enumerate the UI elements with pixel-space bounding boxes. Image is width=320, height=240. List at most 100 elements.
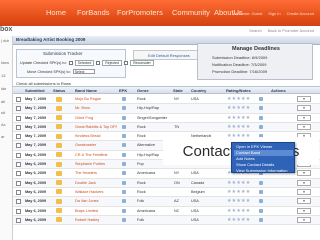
reconsider-checkbox[interactable] [124,61,129,65]
band-name-link[interactable]: CR & The Feedfirst [75,153,117,157]
epk-icon[interactable] [122,199,126,204]
epk-icon[interactable] [122,97,126,101]
rail-item[interactable]: 13 [1,73,5,78]
row-checkbox[interactable] [16,97,21,102]
rail-item[interactable]: Idea [1,60,9,65]
rating-stars-icon[interactable]: ★★★★★ [227,198,250,204]
edit-default-responses-link[interactable]: Edit Default Responses [148,53,190,58]
rating-stars-icon[interactable]: ★★★★★ [227,96,250,102]
band-name-link[interactable]: Double Jack [75,181,117,185]
rating-stars-icon[interactable]: ★★★★★ [227,115,250,121]
rail-item[interactable]: all [1,99,5,104]
table-row[interactable]: May 6, 2009 Double Jack Rock ON Canada ★★★★★ ▾ [13,178,320,188]
epk-icon[interactable] [122,124,126,129]
table-row[interactable]: May 7, 2009 Grind Frog Singer/Songwriter ★★… [13,114,320,123]
epk-icon[interactable] [122,189,126,194]
nav-community[interactable]: Community [172,8,210,17]
sign-in-link[interactable]: Sign In [268,11,280,16]
row-checkbox[interactable] [16,115,21,121]
row-checkbox[interactable] [16,152,21,158]
actions-dropdown[interactable]: ▾ [297,207,311,214]
rejected-checkbox[interactable] [96,61,101,65]
band-name-link[interactable]: Wallace Hackers [75,190,117,194]
band-name-link[interactable]: Kindless Bread [75,134,117,138]
reconsider-option[interactable]: Reconsider [130,60,154,66]
epk-icon[interactable] [122,143,126,148]
table-row[interactable]: May 6, 2009 Wallace Hackers Rock Belgium ★★★… [13,188,320,198]
search-link[interactable]: Search [249,28,262,33]
table-row[interactable]: May 7, 2009 Mr. Bimo Hip-Hop/Rap ★★★★★ ▾ [13,104,320,114]
rating-stars-icon[interactable]: ★★★★★ [227,105,250,111]
row-checkbox[interactable] [16,134,21,140]
selected-option[interactable]: Selected [74,60,95,66]
band-name-link[interactable]: Greatmaster [75,143,117,147]
band-name-link[interactable]: Da Van Jones [75,199,117,203]
actions-dropdown[interactable]: ▾ [297,179,311,186]
actions-dropdown[interactable]: ▾ [297,96,311,102]
notes-icon[interactable] [259,115,263,120]
notes-icon[interactable] [259,199,263,204]
row-checkbox[interactable] [16,124,21,130]
notes-icon[interactable] [259,97,263,101]
col-submitted[interactable]: Submitted [25,88,45,93]
row-checkbox[interactable] [16,143,21,149]
col-band-name[interactable]: Band Name [75,88,97,93]
epk-icon[interactable] [122,217,126,222]
actions-dropdown[interactable]: ▾ [297,188,311,195]
nav-home[interactable]: Home [46,8,66,17]
rating-stars-icon[interactable]: ★★★★★ [227,180,250,186]
epk-icon[interactable] [122,171,126,176]
rail-item[interactable]: | ddr [1,38,9,43]
rating-stars-icon[interactable]: ★★★★★ [227,217,250,223]
col-rating[interactable]: Rating/Notes [226,88,251,93]
notes-icon[interactable] [259,106,263,111]
row-checkbox[interactable] [16,171,21,177]
epk-icon[interactable] [122,134,126,139]
row-checkbox[interactable] [16,180,21,186]
band-name-link[interactable]: Robert Hadley [75,218,117,222]
back-to-promoter-link[interactable]: Back to Promoter Account [268,28,314,33]
nav-for-bands[interactable]: ForBands [77,8,110,17]
rating-stars-icon[interactable]: ★★★★★ [227,124,250,130]
notes-icon[interactable] [259,180,263,185]
actions-dropdown[interactable]: ▾ [297,216,311,223]
notes-icon[interactable] [259,189,263,194]
table-row[interactable]: May 7, 2009 Mojo Bo Rogue Rock NY USA ★★★★★ ▾ [13,95,320,105]
notes-icon[interactable] [259,208,263,213]
table-row[interactable]: May 6, 2009 Da Van Jones Folk AZ USA ★★★★★ ▾ [13,197,320,207]
row-checkbox[interactable] [16,189,21,195]
epk-icon[interactable] [122,208,126,213]
row-checkbox[interactable] [16,208,21,214]
band-name-link[interactable]: Stephanie Porties [75,162,117,166]
notes-icon[interactable] [259,124,263,129]
actions-dropdown[interactable]: ▾ [297,114,311,121]
rejected-option[interactable]: Rejected [102,60,123,66]
band-name-link[interactable]: Great Rabbits & Top OFFTHE SHAM [75,125,117,129]
nav-for-promoters[interactable]: ForPromoters [117,8,163,17]
row-checkbox[interactable] [16,199,21,205]
col-state[interactable]: State [173,88,183,93]
actions-dropdown[interactable]: ▾ [297,105,311,112]
epk-icon[interactable] [122,152,126,157]
epk-icon[interactable] [122,180,126,185]
band-name-link[interactable]: Brays Limited [75,209,117,213]
col-status[interactable]: Status [53,88,65,93]
row-checkbox[interactable] [16,162,21,168]
col-genre[interactable]: Genre [137,88,149,93]
row-checkbox[interactable] [16,106,21,112]
rail-item[interactable]: sit [1,110,5,115]
rating-stars-icon[interactable]: ★★★★★ [227,208,250,214]
epk-icon[interactable] [122,162,126,167]
band-name-link[interactable]: The Headers [75,171,117,175]
selected-checkbox[interactable] [68,61,73,65]
band-name-link[interactable]: Mojo Bo Rogue [75,97,117,101]
actions-dropdown[interactable]: ▾ [297,123,311,130]
notes-icon[interactable] [259,217,263,222]
menu-item-view-submission-information[interactable]: View Submission Information [234,168,293,174]
rail-item[interactable]: Ac [1,122,6,127]
row-checkbox[interactable] [16,217,21,223]
band-name-link[interactable]: Mr. Bimo [75,106,117,110]
rail-item[interactable]: ar [1,134,5,139]
rating-stars-icon[interactable]: ★★★★★ [227,189,250,195]
epk-icon[interactable] [122,115,126,120]
